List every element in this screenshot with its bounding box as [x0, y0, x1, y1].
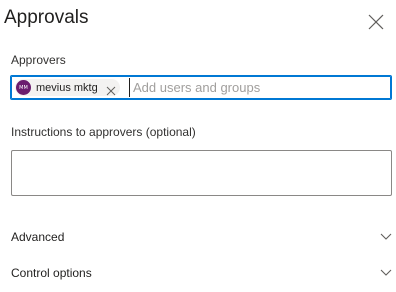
control-options-label: Control options — [11, 266, 92, 280]
avatar: MM — [16, 80, 31, 95]
panel-title: Approvals — [4, 7, 89, 28]
approvers-label: Approvers — [11, 53, 66, 67]
advanced-section-toggle[interactable]: Advanced — [0, 226, 396, 250]
chevron-down-icon — [380, 269, 392, 276]
control-options-section-toggle[interactable]: Control options — [0, 262, 396, 286]
remove-approver-button[interactable] — [106, 83, 116, 95]
approver-name: mevius mktg — [36, 81, 98, 94]
selected-approver-chip[interactable]: MM mevius mktg — [15, 79, 120, 96]
add-approvers-input[interactable] — [129, 78, 391, 97]
chevron-down-icon — [380, 233, 392, 240]
approvals-panel: Approvals Approvers MM mevius mktg Instr… — [0, 0, 396, 292]
close-button[interactable] — [367, 13, 385, 31]
advanced-label: Advanced — [11, 230, 65, 244]
close-icon — [106, 86, 116, 95]
approvers-picker[interactable]: MM mevius mktg — [11, 76, 391, 99]
close-icon — [368, 14, 384, 30]
instructions-label: Instructions to approvers (optional) — [11, 125, 196, 139]
instructions-field[interactable] — [11, 150, 392, 196]
